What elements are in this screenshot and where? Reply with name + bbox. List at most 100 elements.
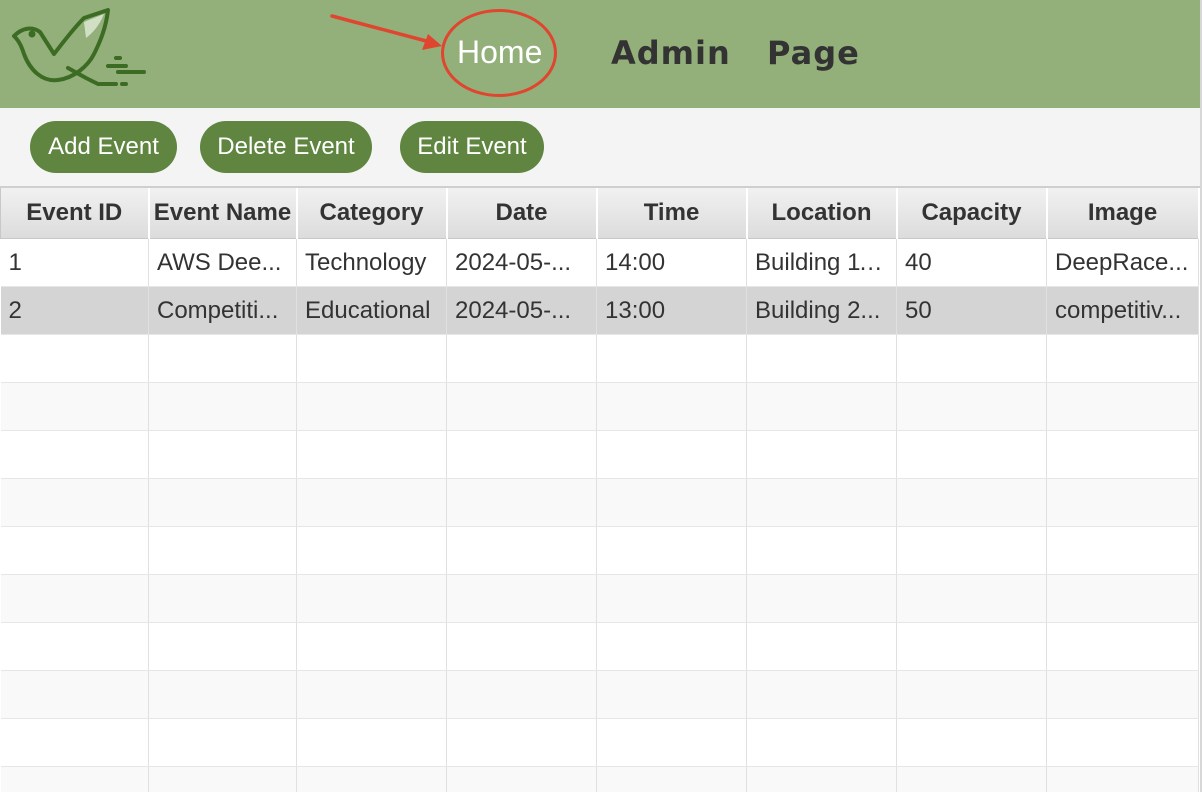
empty-cell: [446, 430, 597, 479]
empty-cell: [0, 670, 149, 719]
cell-image[interactable]: competitiv...: [1046, 286, 1199, 335]
table-row[interactable]: 1 AWS Dee... Technology 2024-05-... 14:0…: [0, 238, 1199, 287]
empty-cell: [148, 382, 297, 431]
empty-cell: [746, 334, 897, 383]
empty-cell: [746, 430, 897, 479]
cell-event-name[interactable]: Competiti...: [148, 286, 297, 335]
empty-cell: [1046, 718, 1199, 767]
empty-cell: [746, 478, 897, 527]
empty-cell: [0, 574, 149, 623]
empty-table-row: [0, 622, 1199, 671]
empty-cell: [148, 334, 297, 383]
empty-cell: [896, 478, 1047, 527]
empty-cell: [596, 334, 747, 383]
empty-cell: [296, 574, 447, 623]
column-header-event-id[interactable]: Event ID: [0, 188, 150, 239]
empty-cell: [596, 382, 747, 431]
cell-capacity[interactable]: 40: [896, 238, 1047, 287]
empty-cell: [148, 574, 297, 623]
cell-event-name[interactable]: AWS Dee...: [148, 238, 297, 287]
empty-cell: [296, 622, 447, 671]
empty-cell: [896, 382, 1047, 431]
empty-cell: [148, 478, 297, 527]
table-row[interactable]: 2 Competiti... Educational 2024-05-... 1…: [0, 286, 1199, 335]
table-header-row: Event ID Event Name Category Date Time L…: [0, 188, 1200, 239]
edit-event-button[interactable]: Edit Event: [400, 121, 544, 173]
empty-cell: [1046, 478, 1199, 527]
empty-cell: [296, 766, 447, 792]
column-header-time[interactable]: Time: [596, 188, 748, 239]
empty-cell: [296, 718, 447, 767]
cell-time[interactable]: 13:00: [596, 286, 747, 335]
empty-cell: [746, 382, 897, 431]
column-header-image[interactable]: Image: [1046, 188, 1200, 239]
empty-cell: [296, 670, 447, 719]
empty-cell: [746, 526, 897, 575]
empty-cell: [596, 574, 747, 623]
empty-cell: [148, 670, 297, 719]
cell-date[interactable]: 2024-05-...: [446, 286, 597, 335]
empty-cell: [446, 382, 597, 431]
column-header-location[interactable]: Location: [746, 188, 898, 239]
empty-cell: [446, 766, 597, 792]
cell-location[interactable]: Building 11...: [746, 238, 897, 287]
empty-cell: [896, 670, 1047, 719]
home-link[interactable]: Home: [457, 32, 542, 72]
empty-cell: [746, 670, 897, 719]
empty-cell: [596, 718, 747, 767]
empty-cell: [446, 670, 597, 719]
empty-cell: [0, 622, 149, 671]
empty-cell: [446, 334, 597, 383]
empty-cell: [746, 718, 897, 767]
empty-cell: [0, 718, 149, 767]
empty-cell: [1046, 574, 1199, 623]
column-header-capacity[interactable]: Capacity: [896, 188, 1048, 239]
empty-cell: [746, 766, 897, 792]
empty-cell: [296, 382, 447, 431]
empty-cell: [896, 766, 1047, 792]
cell-category[interactable]: Educational: [296, 286, 447, 335]
empty-cell: [296, 430, 447, 479]
empty-cell: [1046, 766, 1199, 792]
cell-time[interactable]: 14:00: [596, 238, 747, 287]
empty-cell: [896, 526, 1047, 575]
column-header-date[interactable]: Date: [446, 188, 598, 239]
empty-cell: [446, 526, 597, 575]
empty-cell: [1046, 622, 1199, 671]
empty-cell: [148, 526, 297, 575]
empty-cell: [596, 670, 747, 719]
empty-cell: [0, 382, 149, 431]
add-event-button[interactable]: Add Event: [30, 121, 177, 173]
cell-date[interactable]: 2024-05-...: [446, 238, 597, 287]
cell-event-id[interactable]: 2: [0, 286, 149, 335]
empty-cell: [0, 766, 149, 792]
page-title: Admin Page: [611, 34, 860, 72]
empty-cell: [446, 574, 597, 623]
column-header-category[interactable]: Category: [296, 188, 448, 239]
bird-logo-icon: [12, 8, 146, 86]
empty-cell: [596, 622, 747, 671]
empty-cell: [1046, 526, 1199, 575]
empty-cell: [596, 766, 747, 792]
cell-capacity[interactable]: 50: [896, 286, 1047, 335]
empty-table-row: [0, 670, 1199, 719]
empty-table-row: [0, 766, 1199, 792]
empty-cell: [446, 622, 597, 671]
empty-cell: [0, 478, 149, 527]
cell-event-id[interactable]: 1: [0, 238, 149, 287]
empty-cell: [896, 334, 1047, 383]
empty-cell: [446, 718, 597, 767]
column-header-event-name[interactable]: Event Name: [148, 188, 298, 239]
events-table[interactable]: Event ID Event Name Category Date Time L…: [0, 186, 1200, 792]
cell-category[interactable]: Technology: [296, 238, 447, 287]
admin-window: Home Admin Page Add Event Delete Event E…: [0, 0, 1202, 792]
empty-cell: [896, 430, 1047, 479]
empty-cell: [0, 430, 149, 479]
empty-table-row: [0, 430, 1199, 479]
cell-image[interactable]: DeepRace...: [1046, 238, 1199, 287]
empty-cell: [296, 526, 447, 575]
empty-table-row: [0, 478, 1199, 527]
delete-event-button[interactable]: Delete Event: [200, 121, 372, 173]
empty-cell: [596, 478, 747, 527]
cell-location[interactable]: Building 2...: [746, 286, 897, 335]
